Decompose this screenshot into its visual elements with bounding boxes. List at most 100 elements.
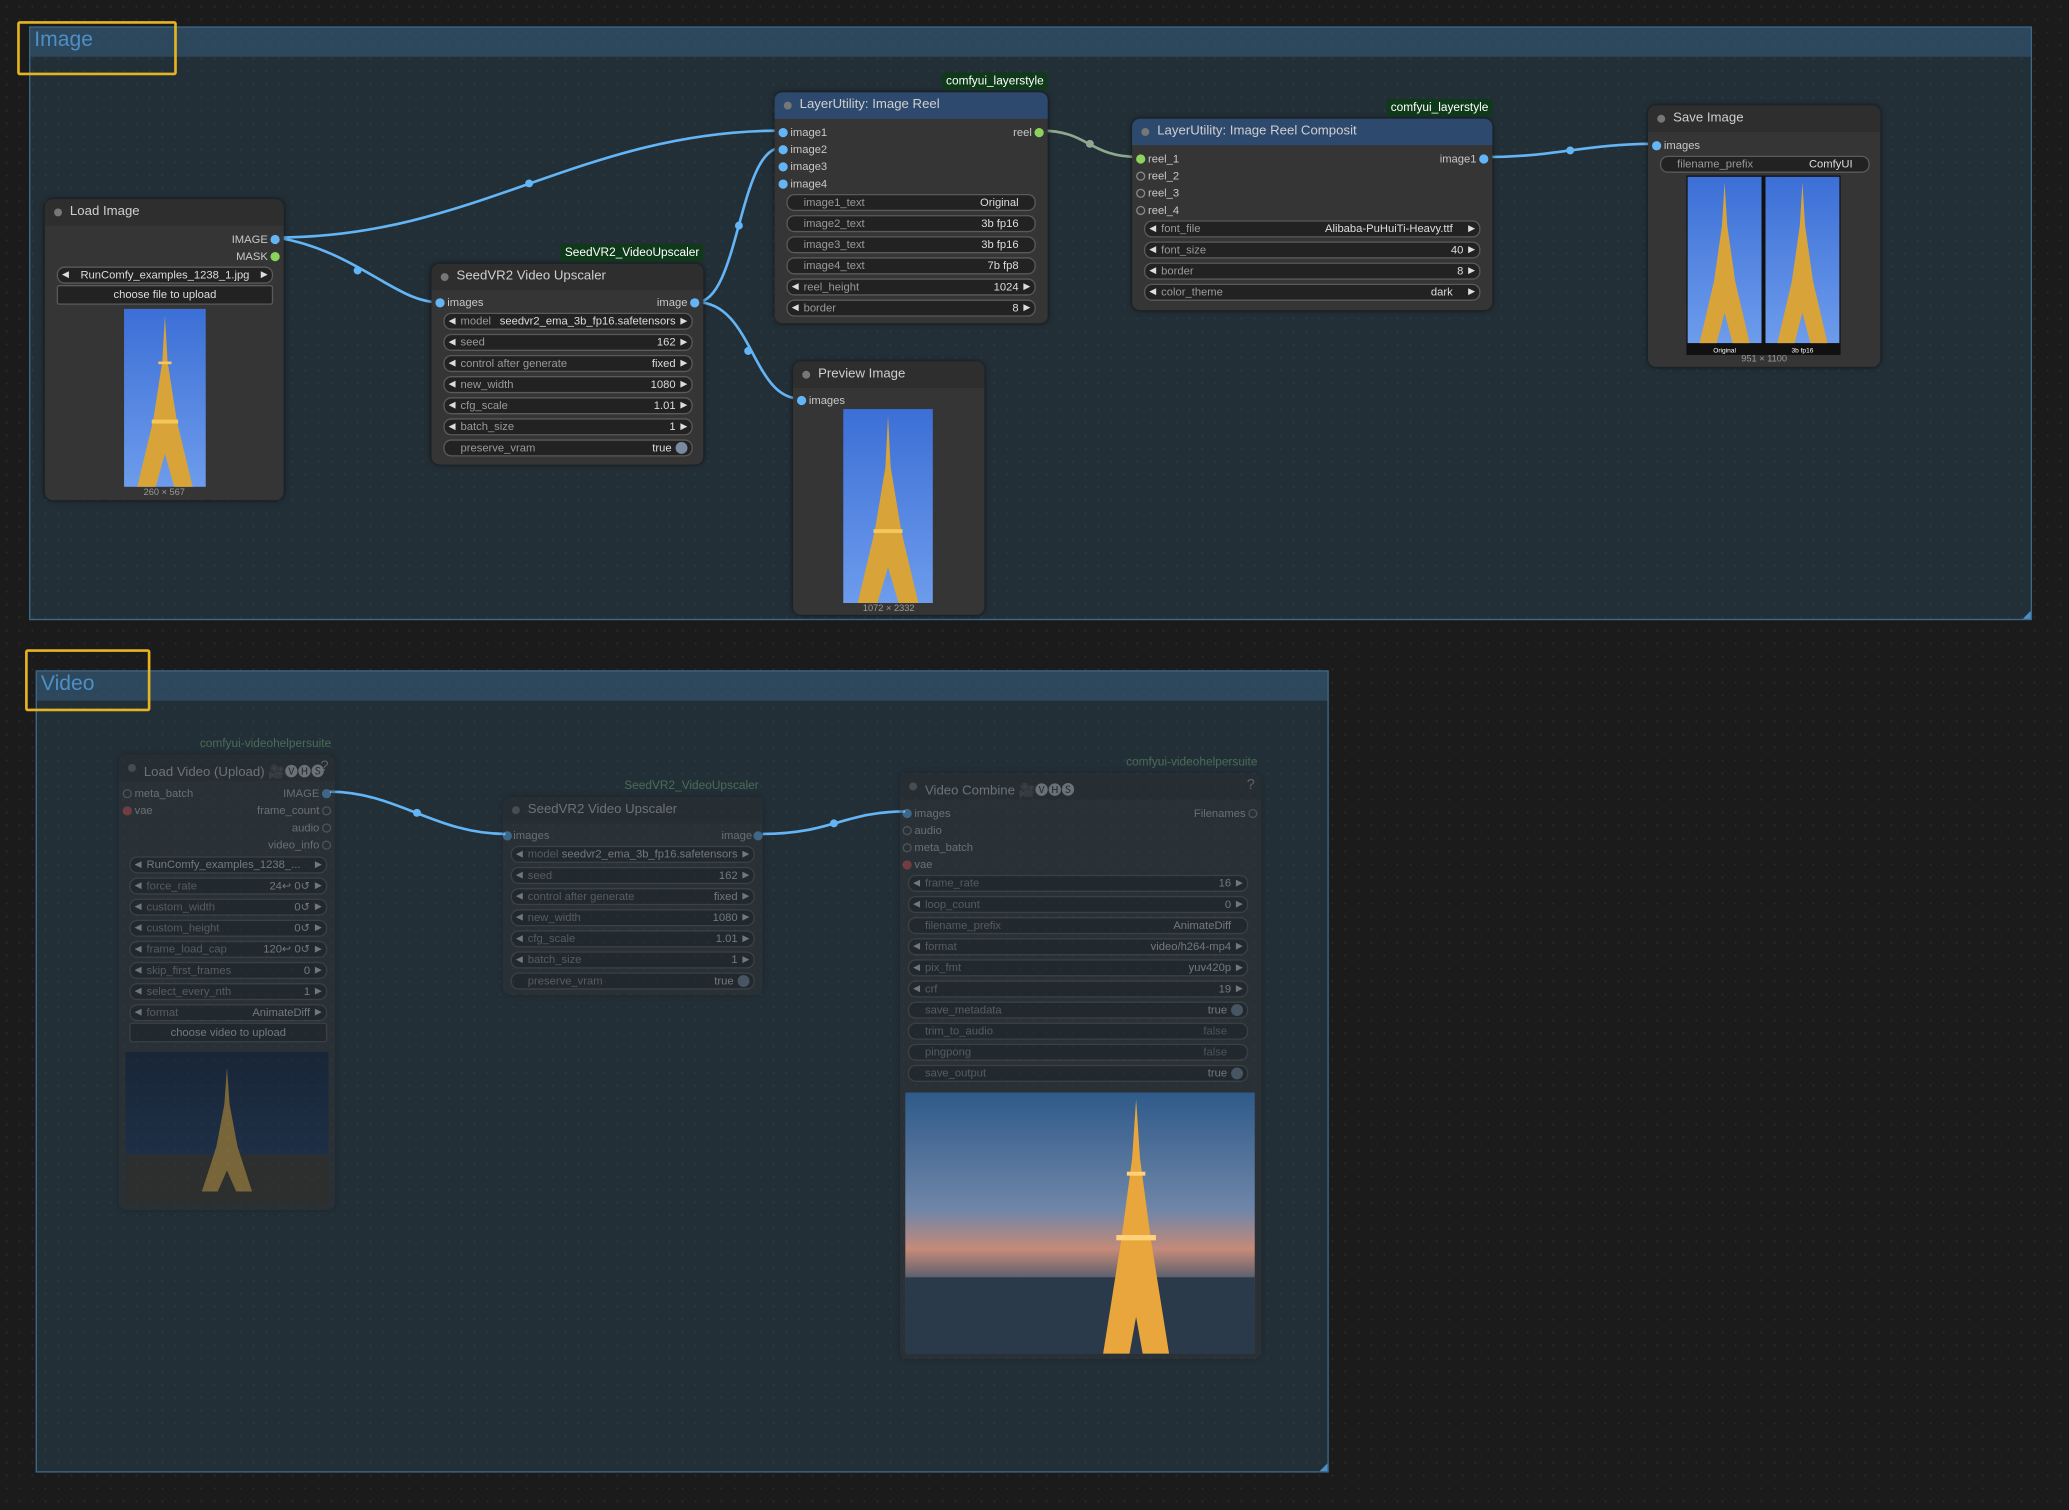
arrow-left-icon[interactable]: ◀ [1149,285,1156,300]
output-slot-audio[interactable] [321,823,332,833]
input-slot-meta-batch[interactable] [122,789,132,799]
node-save-image[interactable]: Save Image images filename_prefix ComfyUI… [1648,105,1881,367]
frame-load-cap-number[interactable]: ◀ frame_load_cap 120↩ 0↺ ▶ [129,940,328,958]
collapse-dot-icon[interactable] [440,273,449,282]
node-seedvr2-upscaler[interactable]: SeedVR2_VideoUpscaler SeedVR2 Video Upsc… [431,244,704,465]
video-file-combo[interactable]: ◀ RunComfy_examples_1238_... ▶ [129,856,328,874]
arrow-left-icon[interactable]: ◀ [792,280,799,295]
output-slot-frame-count[interactable] [321,806,332,816]
node-header[interactable]: SeedVR2 Video Upscaler [431,263,704,291]
choose-file-button[interactable]: choose file to upload [56,285,274,305]
arrow-left-icon[interactable]: ◀ [913,876,920,891]
control-after-generate-combo[interactable]: ◀ control after generate fixed ▶ [510,888,755,906]
arrow-right-icon[interactable]: ▶ [315,984,322,999]
arrow-right-icon[interactable]: ▶ [742,932,749,947]
arrow-right-icon[interactable]: ▶ [680,377,687,392]
new-width-number[interactable]: ◀ new_width 1080 ▶ [510,909,755,927]
node-header[interactable]: Video Combine 🎥🅥🅗🅢? [899,773,1262,800]
input-slot-reel-2[interactable] [1136,171,1146,181]
node-preview-image[interactable]: Preview Image images 1072 × 2332 [793,361,985,615]
seed-number[interactable]: ◀ seed 162 ▶ [510,866,755,885]
arrow-left-icon[interactable]: ◀ [516,932,523,947]
arrow-right-icon[interactable]: ▶ [742,889,749,904]
border-number[interactable]: ◀ border 8 ▶ [1144,262,1481,280]
toggle-knob-icon[interactable] [1231,1004,1243,1017]
arrow-left-icon[interactable]: ◀ [913,897,920,912]
arrow-right-icon[interactable]: ▶ [1468,264,1475,279]
node-header[interactable]: LayerUtility: Image Reel [774,92,1048,119]
input-slot-audio[interactable] [902,826,912,836]
filename-prefix-field[interactable]: filename_prefix AnimateDiff [907,917,1249,935]
arrow-left-icon[interactable]: ◀ [135,984,142,999]
arrow-left-icon[interactable]: ◀ [516,889,523,904]
crf-number[interactable]: ◀ crf 19 ▶ [907,980,1249,998]
arrow-left-icon[interactable]: ◀ [449,377,456,392]
arrow-right-icon[interactable]: ▶ [1023,280,1030,295]
arrow-right-icon[interactable]: ▶ [315,879,322,894]
custom-width-number[interactable]: ◀ custom_width 0↺ ▶ [129,898,328,916]
arrow-left-icon[interactable]: ◀ [792,301,799,316]
skip-first-frames-number[interactable]: ◀ skip_first_frames 0 ▶ [129,961,328,980]
arrow-left-icon[interactable]: ◀ [913,961,920,976]
image2-text-field[interactable]: image2_text 3b fp16 [786,215,1036,233]
filename-prefix-field[interactable]: filename_prefix ComfyUI [1659,155,1870,173]
arrow-left-icon[interactable]: ◀ [449,420,456,435]
output-slot-image[interactable] [270,234,280,245]
trim-to-audio-toggle[interactable]: trim_to_audio false [907,1022,1249,1040]
arrow-left-icon[interactable]: ◀ [1149,243,1156,258]
help-icon[interactable]: ? [320,759,328,775]
reel-height-number[interactable]: ◀ reel_height 1024 ▶ [786,278,1036,296]
arrow-right-icon[interactable]: ▶ [680,420,687,435]
arrow-left-icon[interactable]: ◀ [449,398,456,413]
arrow-right-icon[interactable]: ▶ [1468,222,1475,237]
group-resize-handle[interactable] [2022,610,2031,619]
input-slot-reel-4[interactable] [1136,205,1146,216]
input-slot-images[interactable] [502,831,512,841]
help-icon[interactable]: ? [1247,777,1255,793]
collapse-dot-icon[interactable] [909,782,918,791]
node-load-video[interactable]: comfyui-videohelpersuite Load Video (Upl… [118,736,336,1210]
collapse-dot-icon[interactable] [1141,127,1150,136]
loop-count-number[interactable]: ◀ loop_count 0 ▶ [907,895,1249,914]
output-slot-image[interactable] [690,298,700,308]
arrow-left-icon[interactable]: ◀ [135,858,142,873]
arrow-left-icon[interactable]: ◀ [135,963,142,978]
arrow-left-icon[interactable]: ◀ [135,921,142,936]
arrow-left-icon[interactable]: ◀ [449,335,456,350]
cfg-scale-number[interactable]: ◀ cfg_scale 1.01 ▶ [443,397,693,415]
node-header[interactable]: SeedVR2 Video Upscaler [502,796,763,824]
arrow-right-icon[interactable]: ▶ [1236,961,1243,976]
arrow-left-icon[interactable]: ◀ [516,910,523,925]
pix-fmt-combo[interactable]: ◀ pix_fmt yuv420p ▶ [907,959,1249,977]
input-slot-vae[interactable] [902,860,912,870]
output-slot-video-info[interactable] [321,840,332,850]
image4-text-field[interactable]: image4_text 7b fp8 [786,257,1036,275]
arrow-left-icon[interactable]: ◀ [449,314,456,329]
image1-text-field[interactable]: image1_text Original [786,193,1036,212]
arrow-right-icon[interactable]: ▶ [1236,876,1243,891]
arrow-left-icon[interactable]: ◀ [913,939,920,954]
arrow-right-icon[interactable]: ▶ [680,356,687,371]
format-combo[interactable]: ◀ format video/h264-mp4 ▶ [907,938,1249,956]
group-resize-handle[interactable] [1319,1463,1328,1472]
format-combo[interactable]: ◀ format AnimateDiff ▶ [129,1004,328,1022]
arrow-right-icon[interactable]: ▶ [742,910,749,925]
arrow-left-icon[interactable]: ◀ [913,982,920,997]
arrow-left-icon[interactable]: ◀ [135,1005,142,1020]
input-slot-reel-1[interactable] [1136,154,1146,164]
arrow-left-icon[interactable]: ◀ [516,847,523,862]
arrow-left-icon[interactable]: ◀ [135,942,142,957]
output-slot-image[interactable] [321,789,332,799]
input-slot-reel-3[interactable] [1136,188,1146,198]
collapse-dot-icon[interactable] [54,208,63,217]
input-slot-meta-batch[interactable] [902,843,912,853]
node-header[interactable]: Preview Image [793,361,985,388]
choose-video-button[interactable]: choose video to upload [129,1022,328,1043]
select-every-nth-number[interactable]: ◀ select_every_nth 1 ▶ [129,983,328,1001]
node-header[interactable]: Save Image [1648,105,1881,132]
output-slot-image[interactable] [753,831,763,841]
collapse-dot-icon[interactable] [783,101,792,110]
input-slot-vae[interactable] [122,806,132,816]
image3-text-field[interactable]: image3_text 3b fp16 [786,236,1036,254]
arrow-right-icon[interactable]: ▶ [1236,939,1243,954]
